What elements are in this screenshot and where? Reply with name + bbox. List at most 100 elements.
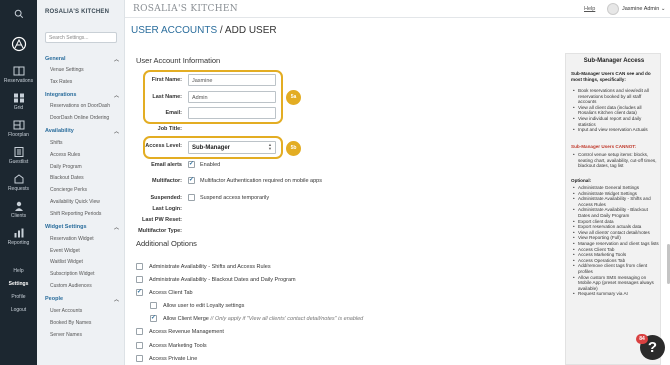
sidebar-item-shift-reporting[interactable]: Shift Reporting Periods — [50, 211, 101, 217]
rail-floorplan[interactable]: Floorplan — [0, 120, 37, 138]
rail-label: Reservations — [3, 78, 34, 84]
breadcrumb-user-accounts[interactable]: USER ACCOUNTS — [131, 25, 217, 36]
sidebar-item-access-rules[interactable]: Access Rules — [50, 152, 80, 158]
rail-logo[interactable] — [0, 36, 37, 54]
suspended-text: Suspend access temporarily — [200, 195, 270, 201]
option-checkbox[interactable] — [136, 263, 143, 270]
user-menu[interactable]: Jasmine Admin ⌄ — [622, 6, 665, 12]
list-item: Request summary via AI — [571, 291, 659, 297]
option-label: Allow Client Merge // Only apply if "Vie… — [163, 316, 364, 322]
additional-options-title: Additional Options — [136, 239, 197, 248]
top-bar: ROSALIA'S KITCHEN Help Jasmine Admin ⌄ — [125, 0, 670, 18]
list-item: Add/remove client tags from client profi… — [571, 263, 659, 274]
suspended-checkbox[interactable] — [188, 194, 195, 201]
option-checkbox[interactable] — [150, 302, 157, 309]
option-label: Access Revenue Management — [149, 329, 224, 335]
rail-settings[interactable]: Settings — [0, 281, 37, 287]
rail-guestlist[interactable]: Guestlist — [0, 147, 37, 165]
sidebar-item-waitlist-widget[interactable]: Waitlist Widget — [50, 259, 83, 265]
panel-cannot-list: Control venue setup items: blocks, seati… — [571, 152, 659, 169]
sidebar-item-availability-quick-view[interactable]: Availability Quick View — [50, 199, 100, 205]
sidebar-item-event-widget[interactable]: Event Widget — [50, 248, 80, 254]
option-label: Administrate Availability - Blackout Dat… — [149, 277, 296, 283]
notification-badge: 84 — [636, 334, 648, 344]
sidebar-item-user-accounts[interactable]: User Accounts — [50, 308, 82, 314]
panel-cannot-heading: Sub-Manager Users CANNOT: — [571, 144, 637, 149]
list-item: View all client data (includes all Rosal… — [571, 105, 659, 116]
sidebar-item-server-names[interactable]: Server Names — [50, 332, 82, 338]
panel-can-list: Book reservations and view/edit all rese… — [571, 88, 659, 133]
last-pw-reset-label: Last PW Reset: — [141, 217, 182, 223]
option-checkbox[interactable] — [136, 342, 143, 349]
page-title: USER ACCOUNTS / ADD USER — [131, 25, 277, 36]
rail-search[interactable] — [0, 9, 37, 21]
option-label: Access Private Line — [149, 356, 198, 362]
rail-requests[interactable]: Requests — [0, 174, 37, 192]
avatar[interactable] — [607, 3, 619, 15]
sidebar-item-booked-by-names[interactable]: Booked By Names — [50, 320, 91, 326]
section-integrations[interactable]: Integrations ︿ — [45, 92, 119, 99]
panel-title: Sub-Manager Access — [583, 58, 645, 64]
section-widget-settings[interactable]: Widget Settings ︿ — [45, 224, 119, 231]
section-people[interactable]: People ︿ — [45, 296, 119, 303]
step-badge-5b: 5b — [286, 141, 301, 156]
sidebar-item-shifts[interactable]: Shifts — [50, 140, 63, 146]
sidebar-item-concierge-perks[interactable]: Concierge Perks — [50, 187, 87, 193]
access-level-select[interactable]: Sub-Manager ▲ ▼ — [188, 141, 276, 154]
first-name-field[interactable]: Jasmine — [188, 74, 276, 86]
sidebar-item-blackout-dates[interactable]: Blackout Dates — [50, 175, 84, 181]
email-alerts-text: Enabled — [200, 162, 221, 168]
list-item: Allow custom SMS messaging on Mobile App… — [571, 275, 659, 292]
option-checkbox[interactable] — [136, 355, 143, 362]
help-link[interactable]: Help — [584, 6, 595, 12]
sidebar-item-doordash-ordering[interactable]: DoorDash Online Ordering — [50, 115, 109, 121]
chevron-down-icon: ⌄ — [660, 6, 666, 12]
chevron-up-icon: ︿ — [113, 93, 119, 99]
option-label: Administrate Availability - Shifts and A… — [149, 264, 271, 270]
sidebar-item-venue-settings[interactable]: Venue Settings — [50, 67, 84, 73]
rail-reservations[interactable]: Reservations — [0, 66, 37, 84]
rail-clients[interactable]: Clients — [0, 201, 37, 219]
rail-logout[interactable]: Logout — [0, 307, 37, 313]
search-settings-input[interactable]: Search Settings... — [45, 32, 117, 43]
select-arrows-icon: ▲ ▼ — [268, 142, 272, 151]
rail-label: Requests — [7, 186, 30, 192]
sidebar-item-tax-rates[interactable]: Tax Rates — [50, 79, 72, 85]
last-name-label: Last Name: — [152, 94, 182, 100]
email-label: Email: — [165, 110, 182, 116]
reservations-icon — [13, 66, 24, 76]
sidebar-item-subscription-widget[interactable]: Subscription Widget — [50, 271, 94, 277]
list-item: View individual report and daily statist… — [571, 116, 659, 127]
last-name-field[interactable]: Admin — [188, 91, 276, 103]
first-name-label: First Name: — [151, 77, 182, 83]
email-alerts-checkbox[interactable] — [188, 160, 195, 168]
option-checkbox[interactable] — [150, 314, 157, 322]
option-label: Access Marketing Tools — [149, 343, 207, 349]
sidebar-item-reservations-doordash[interactable]: Reservations on DoorDash — [50, 103, 110, 109]
rail-profile[interactable]: Profile — [0, 294, 37, 300]
rail-label: Guestlist — [8, 159, 29, 165]
option-checkbox[interactable] — [136, 288, 143, 296]
option-checkbox[interactable] — [136, 276, 143, 283]
section-availability[interactable]: Availability ︿ — [45, 128, 119, 135]
chevron-up-icon: ︿ — [113, 57, 119, 63]
rail-reporting[interactable]: Reporting — [0, 228, 37, 246]
option-checkbox[interactable] — [136, 328, 143, 335]
multifactor-checkbox[interactable] — [188, 176, 195, 184]
sidebar-item-daily-program[interactable]: Daily Program — [50, 164, 82, 170]
rail-help[interactable]: Help — [0, 268, 37, 274]
sidebar-item-custom-audiences[interactable]: Custom Audiences — [50, 283, 92, 289]
list-item: Input and view reservation Actuals — [571, 127, 659, 133]
sidebar-item-reservation-widget[interactable]: Reservation Widget — [50, 236, 94, 242]
chevron-up-icon: ︿ — [113, 297, 119, 303]
icon-rail: Reservations Grid Floorplan Guestlist Re… — [0, 0, 37, 365]
section-title: User Account Information — [136, 56, 221, 65]
panel-optional-list: Administrate General Settings Administra… — [571, 185, 659, 297]
rail-grid[interactable]: Grid — [0, 93, 37, 111]
logo-icon — [11, 36, 26, 52]
list-item: Administrate Availability - Blackout Dat… — [571, 207, 659, 218]
list-item: Book reservations and view/edit all rese… — [571, 88, 659, 105]
section-general[interactable]: General ︿ — [45, 56, 119, 63]
option-note: // Only apply if "View all clients' cont… — [210, 316, 364, 322]
email-field[interactable] — [188, 107, 276, 119]
